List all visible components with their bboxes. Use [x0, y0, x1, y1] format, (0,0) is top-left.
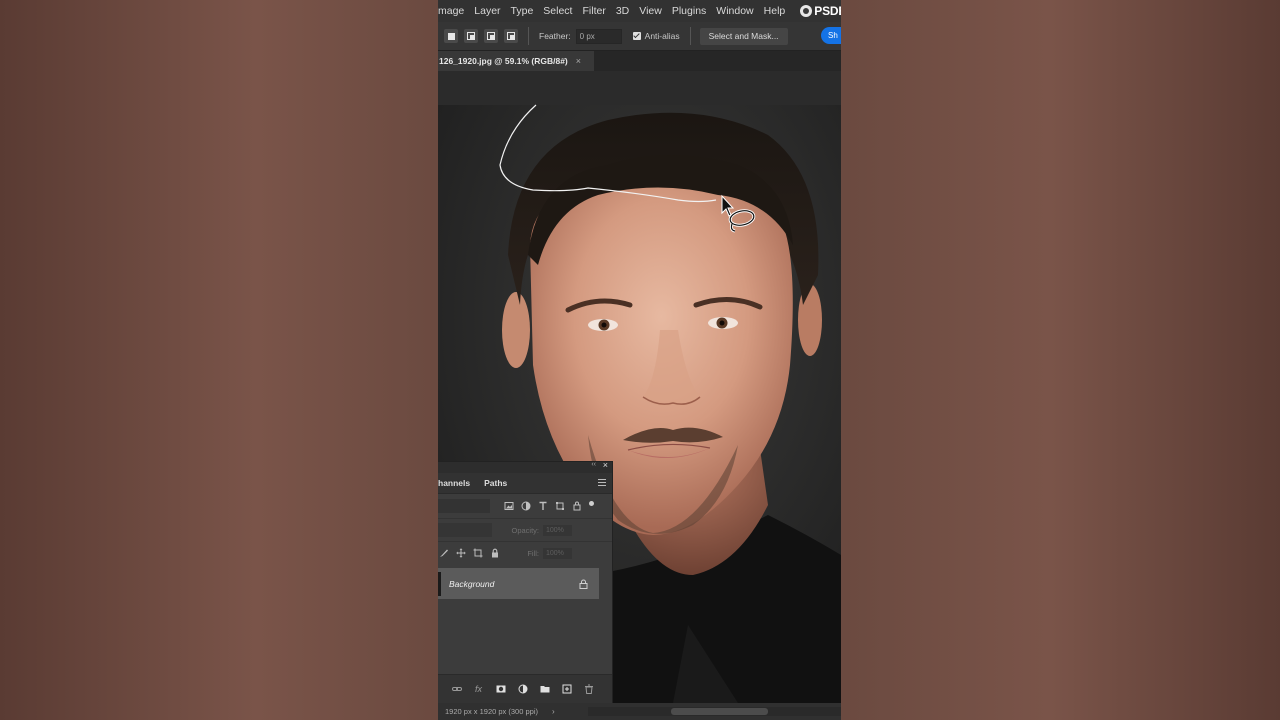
menu-type[interactable]: Type — [506, 5, 539, 17]
antialias-toggle[interactable]: Anti-alias — [632, 31, 680, 41]
opacity-input[interactable]: 100% — [543, 524, 572, 536]
lock-icons — [438, 547, 506, 559]
antialias-checkbox[interactable] — [632, 32, 641, 40]
menu-view[interactable]: View — [634, 5, 667, 17]
link-layers-icon[interactable] — [450, 683, 463, 696]
layer-kind-select[interactable] — [438, 499, 490, 513]
layers-panel-footer: fx — [438, 674, 612, 703]
lock-fill-row: Fill: 100% — [438, 542, 612, 564]
menu-3d[interactable]: 3D — [611, 5, 634, 17]
new-layer-icon[interactable] — [560, 683, 573, 696]
status-menu-arrow-icon[interactable]: › — [552, 707, 555, 716]
subtract-selection-button[interactable] — [484, 29, 498, 43]
scrollbar-thumb[interactable] — [671, 708, 768, 715]
share-button[interactable]: Sh — [821, 27, 841, 44]
layer-filter-row — [438, 494, 612, 518]
fill-label: Fill: — [527, 548, 539, 558]
document-tab[interactable]: 126_1920.jpg @ 59.1% (RGB/8#) × — [438, 51, 594, 71]
menu-image[interactable]: mage — [438, 5, 469, 17]
lock-pixels-brush-icon[interactable] — [438, 547, 450, 559]
layer-row-background[interactable]: Background — [438, 568, 599, 599]
status-bar: 1920 px x 1920 px (300 ppi) › — [438, 703, 841, 720]
document-tab-bar: 126_1920.jpg @ 59.1% (RGB/8#) × — [438, 51, 841, 71]
horizontal-scrollbar[interactable] — [588, 707, 841, 716]
filter-type-icon[interactable] — [536, 500, 549, 513]
panel-close-icon[interactable]: × — [603, 460, 608, 470]
options-divider-2 — [689, 27, 691, 45]
menu-help[interactable]: Help — [759, 5, 791, 17]
tab-channels[interactable]: hannels — [438, 478, 477, 488]
menu-window[interactable]: Window — [711, 5, 758, 17]
fill-input[interactable]: 100% — [543, 547, 572, 559]
panel-tabs: hannels Paths — [438, 473, 612, 494]
adjustment-layer-icon[interactable] — [516, 683, 529, 696]
panel-menu-icon[interactable] — [598, 479, 606, 486]
new-selection-button[interactable] — [444, 29, 458, 43]
filter-shape-icon[interactable] — [553, 500, 566, 513]
menu-select[interactable]: Select — [538, 5, 577, 17]
menu-filter[interactable]: Filter — [577, 5, 610, 17]
tab-close-icon[interactable]: × — [576, 56, 581, 66]
lock-all-icon[interactable] — [489, 547, 501, 559]
add-selection-icon — [467, 32, 475, 40]
logo-mark-icon — [800, 5, 813, 17]
lock-position-move-icon[interactable] — [455, 547, 467, 559]
new-selection-icon — [447, 32, 455, 40]
layer-thumbnail — [438, 571, 441, 596]
menu-plugins[interactable]: Plugins — [667, 5, 711, 17]
blend-mode-select[interactable] — [438, 523, 492, 537]
filter-smart-object-icon[interactable] — [570, 500, 583, 513]
blend-opacity-row: Opacity: 100% — [438, 518, 612, 542]
select-and-mask-button[interactable]: Select and Mask... — [699, 27, 788, 45]
filter-pixel-icon[interactable] — [502, 500, 515, 513]
panel-title-bar[interactable]: ‹‹ × — [438, 460, 612, 473]
feather-label: Feather: — [539, 31, 571, 41]
antialias-label: Anti-alias — [644, 31, 680, 41]
options-bar: Feather: Anti-alias Select and Mask... S… — [438, 22, 841, 51]
tab-paths[interactable]: Paths — [477, 478, 514, 488]
intersect-selection-button[interactable] — [504, 29, 518, 43]
menu-layer[interactable]: Layer — [469, 5, 505, 17]
photoshop-window: mage Layer Type Select Filter 3D View Pl… — [438, 0, 841, 720]
layer-style-fx-button[interactable]: fx — [472, 683, 485, 696]
document-dimensions: 1920 px x 1920 px (300 ppi) — [445, 707, 538, 716]
subtract-selection-icon — [487, 32, 495, 40]
options-divider — [528, 27, 529, 45]
canvas-top-margin — [438, 71, 841, 106]
panel-collapse-icon[interactable]: ‹‹ — [591, 461, 596, 468]
lock-artboard-icon[interactable] — [472, 547, 484, 559]
document-tab-title: 126_1920.jpg @ 59.1% (RGB/8#) — [439, 56, 568, 66]
psdesire-logo: PSDESIRE — [800, 4, 841, 18]
filter-toggle-icon[interactable] — [589, 500, 594, 506]
add-mask-icon[interactable] — [494, 683, 507, 696]
layer-name: Background — [449, 578, 495, 589]
add-to-selection-button[interactable] — [464, 29, 478, 43]
feather-input[interactable] — [575, 28, 622, 44]
layers-panel: ‹‹ × hannels Paths Opacity: 100% Fill: 1… — [438, 460, 613, 704]
opacity-label: Opacity: — [511, 525, 539, 535]
menu-bar: mage Layer Type Select Filter 3D View Pl… — [438, 0, 841, 22]
filter-adjustment-icon[interactable] — [519, 500, 532, 513]
intersect-selection-icon — [507, 32, 515, 40]
new-group-folder-icon[interactable] — [538, 683, 551, 696]
logo-text: PSDESIRE — [814, 4, 841, 18]
delete-layer-trash-icon[interactable] — [582, 683, 595, 696]
layer-lock-icon[interactable] — [579, 579, 589, 589]
